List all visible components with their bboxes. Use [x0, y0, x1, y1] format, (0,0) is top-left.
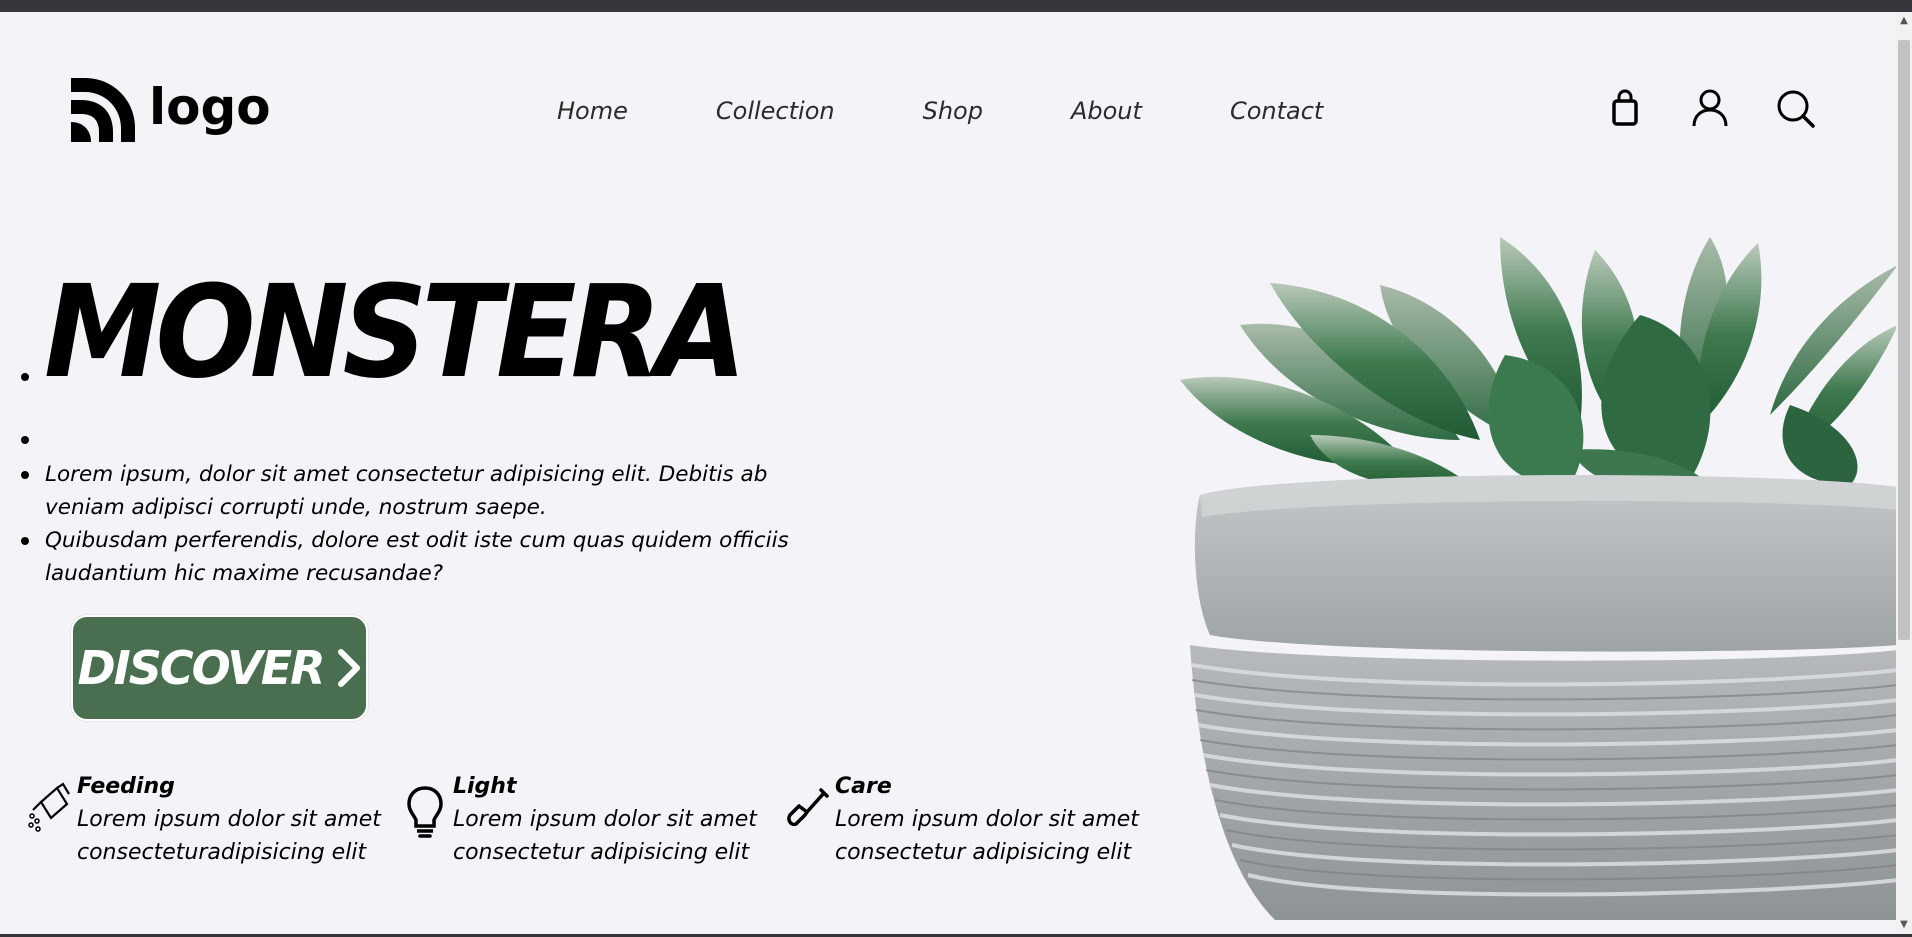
logo[interactable]: logo	[71, 77, 271, 143]
hero-description-2: Quibusdam perferendis, dolore est odit i…	[45, 528, 789, 586]
feature-feeding: Feeding Lorem ipsum dolor sit amet conse…	[27, 770, 381, 869]
shovel-icon	[787, 788, 829, 827]
search-icon[interactable]	[1775, 88, 1815, 128]
discover-button[interactable]: DISCOVER	[71, 615, 368, 721]
feature-care: Care Lorem ipsum dolor sit amet consecte…	[785, 770, 1139, 869]
chevron-right-icon	[337, 649, 360, 687]
hero-description: Lorem ipsum, dolor sit amet consectetur …	[45, 462, 768, 520]
watering-can-icon	[28, 782, 70, 832]
user-icon[interactable]	[1690, 88, 1730, 128]
logo-text: logo	[149, 78, 271, 136]
nav-collection[interactable]: Collection	[716, 97, 835, 125]
feature-text: Lorem ipsum dolor sit amet	[453, 807, 757, 832]
list-bullet	[21, 537, 29, 545]
feature-text: Lorem ipsum dolor sit amet	[77, 807, 381, 832]
scroll-down-icon[interactable]: ▼	[1897, 918, 1911, 932]
nav-home[interactable]: Home	[557, 97, 628, 125]
nav-contact[interactable]: Contact	[1230, 97, 1323, 125]
feature-text: Lorem ipsum dolor sit amet	[835, 807, 1139, 832]
feature-text: consectetur adipisicing elit	[453, 840, 750, 865]
header-icons	[1605, 88, 1815, 128]
lightbulb-icon	[407, 786, 443, 838]
feature-title: Feeding	[77, 774, 175, 799]
scrollbar-thumb[interactable]	[1898, 40, 1910, 640]
feature-text: consecteturadipisicing elit	[77, 840, 367, 865]
discover-label: DISCOVER	[77, 641, 325, 695]
main-nav: Home Collection Shop About Contact	[557, 97, 1323, 125]
list-bullet	[21, 436, 29, 444]
list-bullet	[21, 373, 29, 381]
feature-text: consectetur adipisicing elit	[835, 840, 1132, 865]
nav-shop[interactable]: Shop	[923, 97, 983, 125]
succulent-pot-image	[1180, 237, 1898, 920]
hero-title: MONSTERA	[44, 257, 747, 407]
shopping-bag-icon[interactable]	[1605, 88, 1645, 128]
feature-title: Care	[835, 774, 892, 799]
feature-title: Light	[453, 774, 517, 799]
logo-mark-icon	[71, 78, 135, 142]
nav-about[interactable]: About	[1071, 97, 1142, 125]
scroll-up-icon[interactable]: ▲	[1897, 14, 1911, 28]
list-bullet	[21, 471, 29, 479]
feature-light: Light Lorem ipsum dolor sit amet consect…	[403, 770, 757, 869]
browser-top-bar	[0, 0, 1912, 12]
